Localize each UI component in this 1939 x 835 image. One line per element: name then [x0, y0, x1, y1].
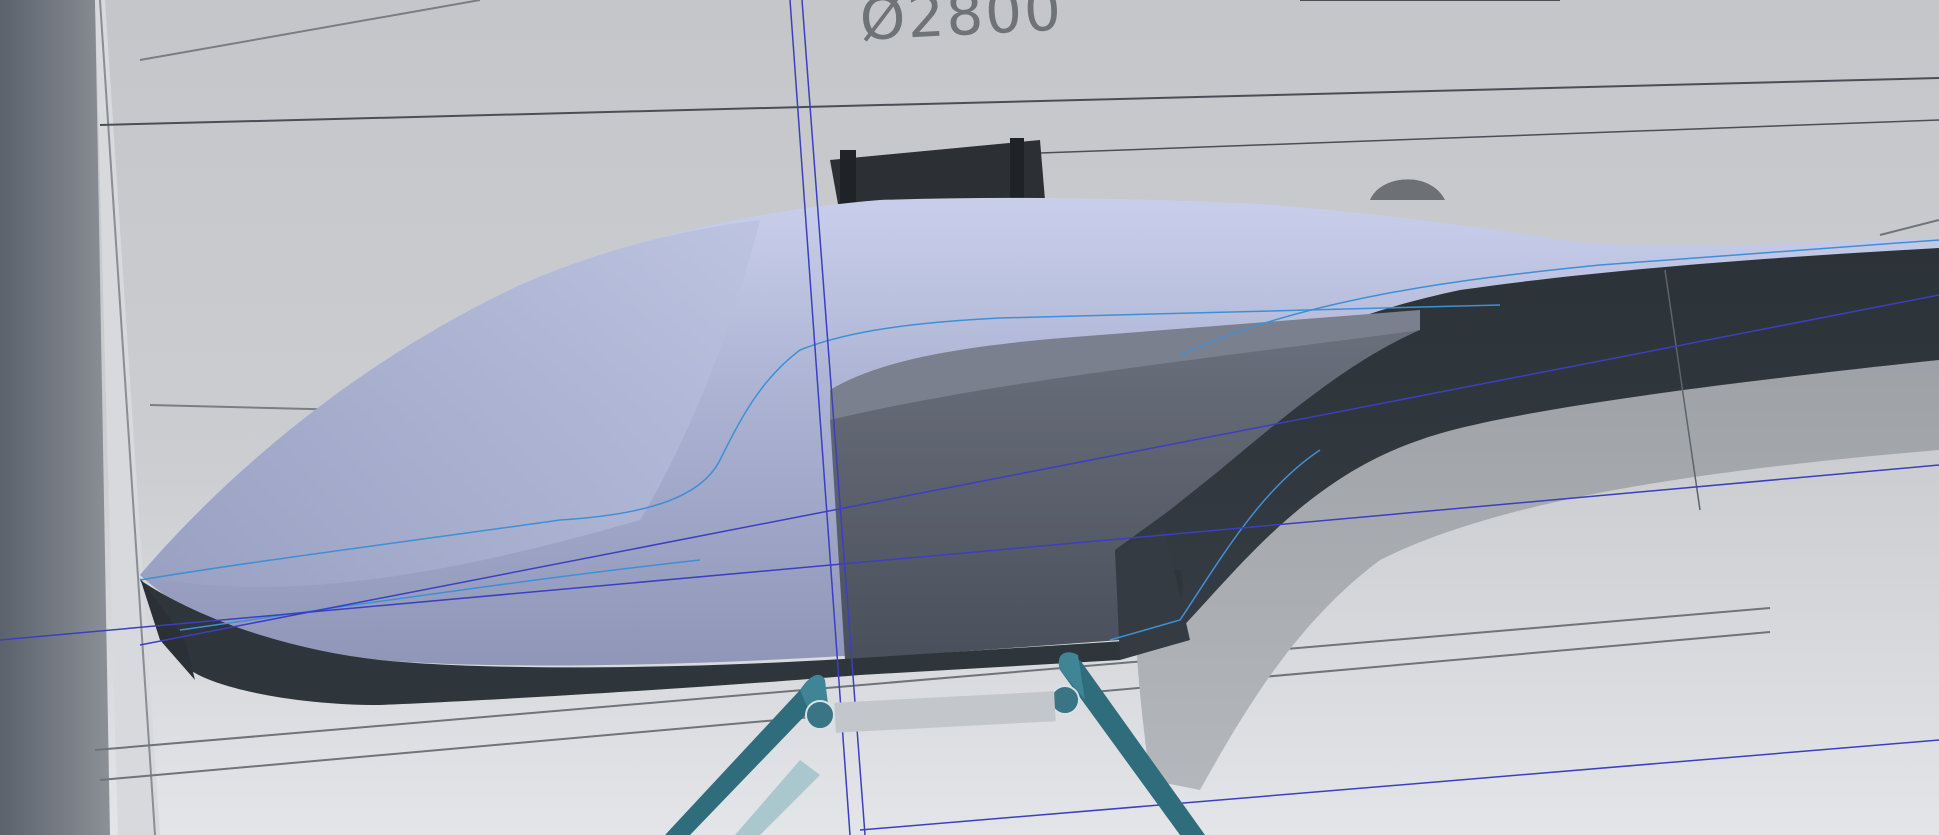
skid-mount-right	[1050, 685, 1080, 715]
cad-viewport[interactable]: Ø2800	[0, 0, 1939, 835]
cad-model-scene[interactable]	[0, 0, 1939, 835]
skid-mount-left	[805, 700, 835, 730]
left-frame-edge	[0, 0, 110, 835]
